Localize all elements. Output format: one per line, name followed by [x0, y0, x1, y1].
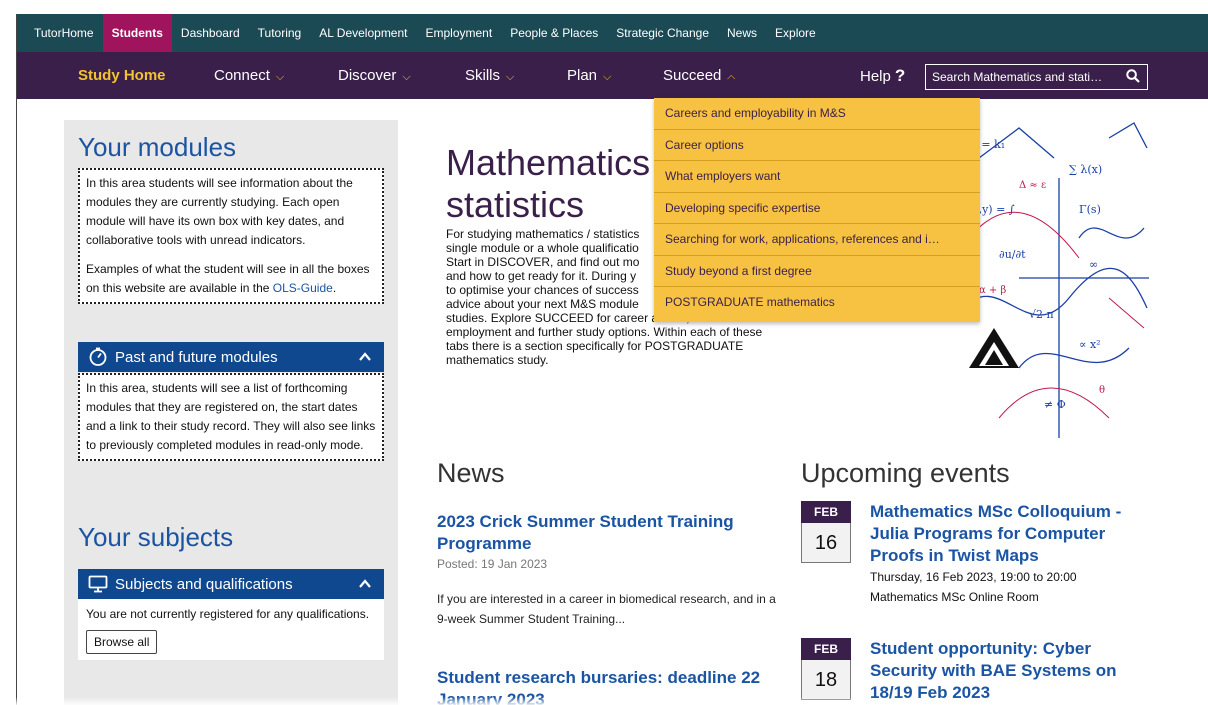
chevron-down-icon: ⌵ [506, 71, 515, 83]
math-formula-text: ∞ [1089, 258, 1098, 271]
topnav-tutoring[interactable]: Tutoring [249, 14, 311, 52]
bottom-fade [0, 697, 1208, 705]
news-item: 2023 Crick Summer Student Training Progr… [437, 511, 787, 629]
menu-item-career-options[interactable]: Career options [654, 130, 980, 161]
intro-line: mathematics study. [446, 353, 549, 367]
math-formula-text: θ [1099, 385, 1105, 396]
math-formula-text: ≠ Φ [1044, 398, 1066, 411]
subjects-qualifications-header[interactable]: Subjects and qualifications [78, 569, 384, 599]
past-future-modules-label: Past and future modules [115, 348, 278, 366]
nav-skills[interactable]: Skills ⌵ [465, 52, 514, 99]
menu-item-careers-employability[interactable]: Careers and employability in M&S [654, 98, 980, 130]
event-month: FEB [801, 638, 851, 660]
math-formula-text: √2 π [1029, 308, 1054, 321]
nav-succeed[interactable]: Succeed ⌵ [663, 52, 736, 99]
math-formula-text: ∂u/∂t [999, 248, 1026, 261]
browse-all-button[interactable]: Browse all [86, 630, 158, 654]
nav-skills-label: Skills [465, 67, 501, 84]
past-modules-text: In this area, students will see a list o… [86, 381, 376, 452]
nav-succeed-label: Succeed [663, 67, 722, 84]
nav-discover-label: Discover [338, 67, 397, 84]
modules-info-text: In this area students will see informati… [86, 176, 353, 247]
math-formula-text: Δ ≈ ε [1019, 180, 1046, 191]
math-formula-text: ∑ λ(x) [1069, 163, 1102, 176]
page-title-line-2: statistics [446, 184, 585, 225]
intro-line: tabs there is a section specifically for… [446, 339, 744, 353]
qualifications-text: You are not currently registered for any… [86, 607, 370, 621]
help-question-icon: ? [894, 66, 906, 85]
event-location: Mathematics MSc Online Room [870, 590, 1039, 604]
news-item-posted: Posted: 19 Jan 2023 [437, 557, 548, 571]
past-modules-box: In this area, students will see a list o… [78, 373, 384, 461]
your-subjects-title: Your subjects [78, 522, 234, 552]
topnav-strategic-change[interactable]: Strategic Change [607, 14, 718, 52]
help-link[interactable]: Help? [860, 52, 905, 99]
chevron-up-icon[interactable] [358, 577, 372, 591]
monitor-icon [88, 575, 108, 593]
event-day: 16 [801, 523, 851, 563]
nav-plan-label: Plan [567, 67, 598, 84]
top-navigation-bar: TutorHome Students Dashboard Tutoring AL… [17, 14, 1208, 52]
news-item-title-link[interactable]: 2023 Crick Summer Student Training Progr… [437, 512, 734, 553]
ols-guide-link[interactable]: OLS-Guide [273, 281, 333, 295]
upcoming-events-title: Upcoming events [801, 458, 1010, 488]
chevron-down-icon: ⌵ [402, 71, 411, 83]
help-label: Help [860, 68, 891, 85]
search-input[interactable] [926, 70, 1118, 84]
chevron-up-icon: ⌵ [727, 72, 736, 84]
modules-guide-text: Examples of what the student will see in… [86, 260, 376, 298]
event-date-badge: FEB 18 [801, 638, 851, 700]
news-title: News [437, 458, 505, 488]
menu-item-developing-expertise[interactable]: Developing specific expertise [654, 193, 980, 224]
intro-line: employment and further study options. Wi… [446, 325, 763, 339]
topnav-people-places[interactable]: People & Places [501, 14, 607, 52]
subjects-qualifications-label: Subjects and qualifications [115, 575, 293, 593]
search-box [925, 64, 1148, 90]
your-modules-title: Your modules [78, 132, 237, 162]
math-formula-text: ∝ x² [1079, 338, 1101, 351]
chevron-down-icon: ⌵ [275, 71, 285, 83]
page-title: Mathematics statistics [446, 142, 650, 226]
event-datetime: Thursday, 16 Feb 2023, 19:00 to 20:00 [870, 570, 1077, 584]
left-sidebar: Your modules In this area students will … [64, 120, 398, 705]
nav-study-home[interactable]: Study Home [78, 52, 166, 99]
menu-item-study-beyond-degree[interactable]: Study beyond a first degree [654, 256, 980, 287]
event-day: 18 [801, 660, 851, 700]
chevron-down-icon: ⌵ [603, 71, 612, 83]
menu-item-searching-for-work[interactable]: Searching for work, applications, refere… [654, 224, 980, 256]
topnav-news[interactable]: News [718, 14, 766, 52]
browser-page: TutorHome Students Dashboard Tutoring AL… [16, 14, 1208, 705]
news-item-excerpt: If you are interested in a career in bio… [437, 592, 776, 626]
past-future-modules-header[interactable]: Past and future modules [78, 342, 384, 372]
nav-connect[interactable]: Connect ⌵ [214, 52, 284, 99]
math-formula-text: Γ(s) [1079, 203, 1101, 216]
page-title-line-1: Mathematics [446, 142, 651, 183]
topnav-students[interactable]: Students [102, 14, 172, 52]
nav-connect-label: Connect [214, 67, 270, 84]
math-formula-text: α + β [979, 285, 1006, 296]
chevron-up-icon[interactable] [358, 350, 372, 364]
event-title-link[interactable]: Mathematics MSc Colloquium - Julia Progr… [870, 501, 1150, 567]
qualifications-box: You are not currently registered for any… [78, 599, 384, 660]
topnav-al-development[interactable]: AL Development [310, 14, 416, 52]
menu-item-what-employers-want[interactable]: What employers want [654, 161, 980, 193]
nav-discover[interactable]: Discover ⌵ [338, 52, 411, 99]
math-illustration: e₁ = k₁ ∑ λ(x) f(x,y) = ∫ Γ(s) ∂u/∂t ∞ √… [963, 122, 1149, 438]
succeed-dropdown-menu: Careers and employability in M&S Career … [654, 98, 980, 322]
event-month: FEB [801, 501, 851, 523]
modules-guide-text-end: . [332, 281, 337, 295]
timer-icon [89, 347, 107, 366]
topnav-explore[interactable]: Explore [766, 14, 825, 52]
event-title-link[interactable]: Student opportunity: Cyber Security with… [870, 638, 1150, 704]
topnav-tutorhome[interactable]: TutorHome [25, 14, 103, 52]
menu-item-postgraduate-mathematics[interactable]: POSTGRADUATE mathematics [654, 287, 980, 319]
topnav-employment[interactable]: Employment [417, 14, 502, 52]
topnav-dashboard[interactable]: Dashboard [172, 14, 249, 52]
nav-plan[interactable]: Plan ⌵ [567, 52, 611, 99]
search-icon[interactable] [1126, 69, 1140, 83]
site-navigation: Study Home Connect ⌵ Discover ⌵ Skills ⌵ Pl… [17, 52, 1208, 99]
event-date-badge: FEB 16 [801, 501, 851, 563]
modules-info-box: In this area students will see informati… [78, 168, 384, 304]
